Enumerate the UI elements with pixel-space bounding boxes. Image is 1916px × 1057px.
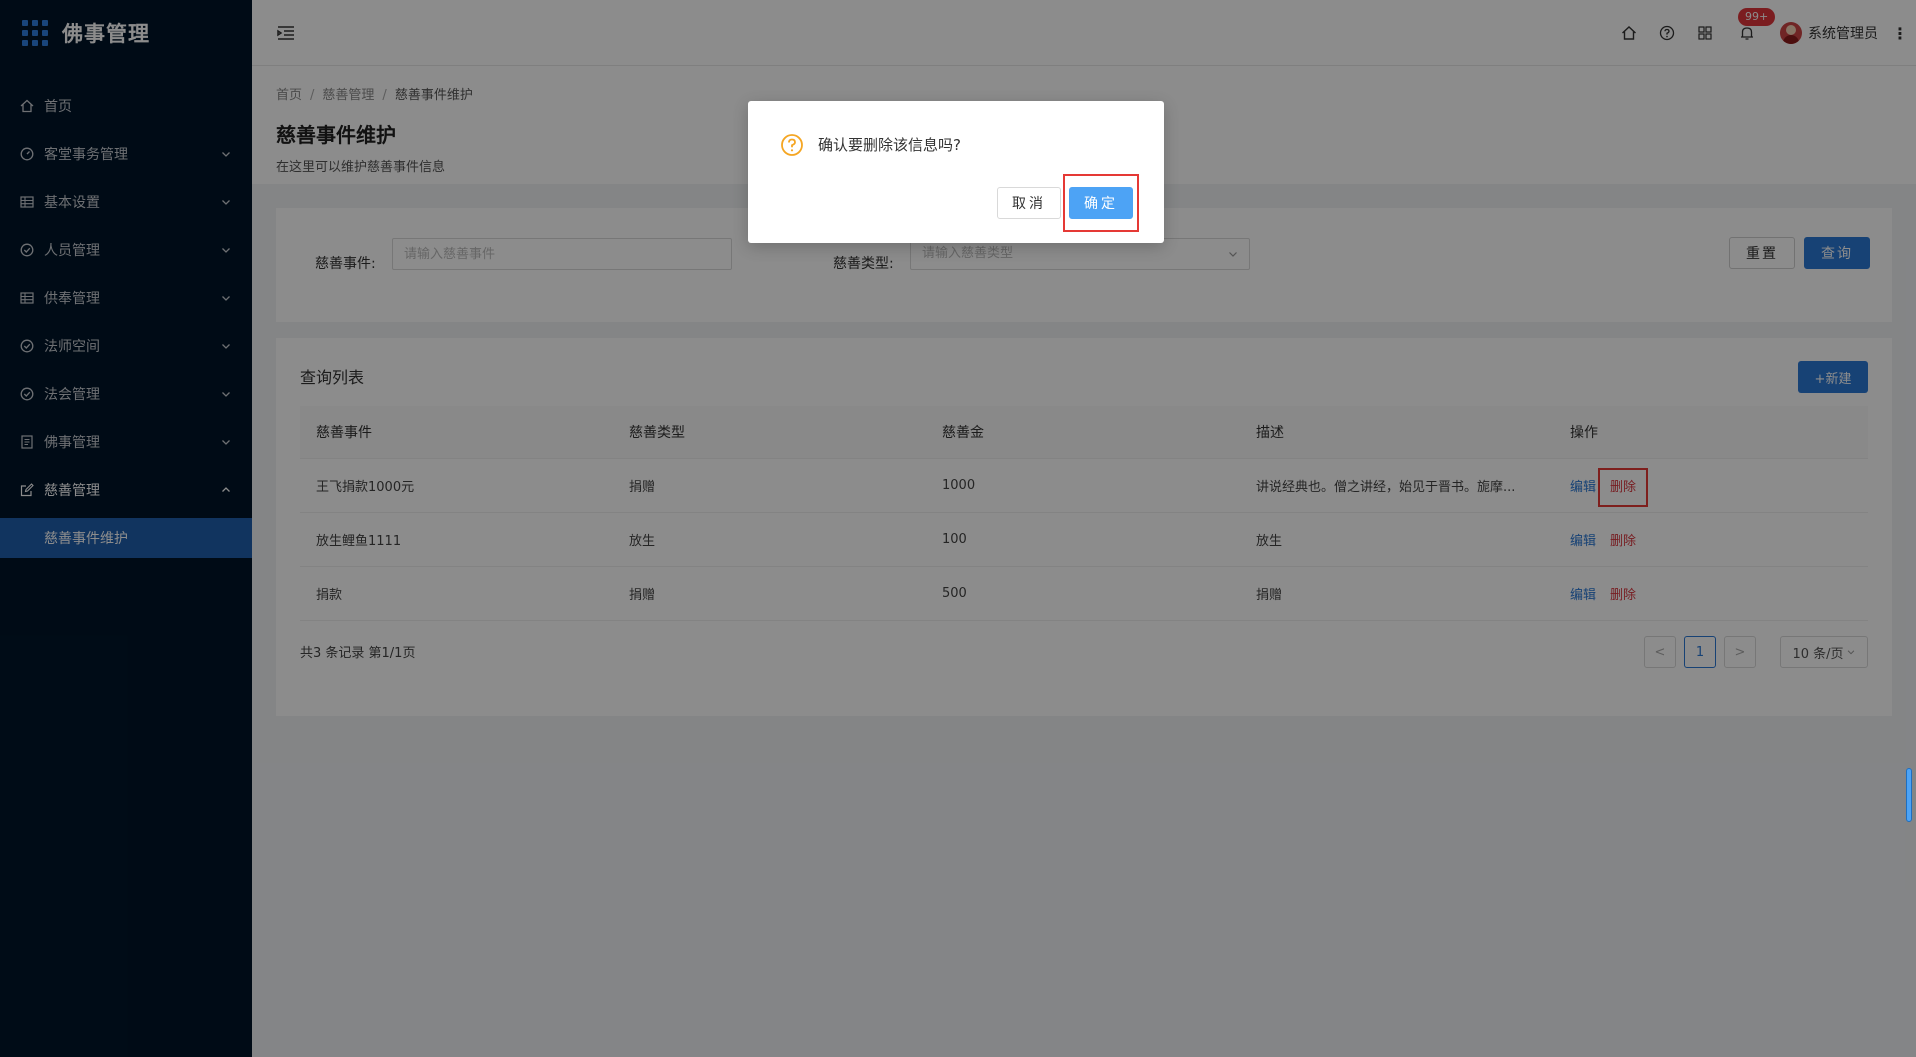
confirm-message: 确认要删除该信息吗? [818,136,961,154]
confirm-dialog: 确认要删除该信息吗? 取消 确定 [748,101,1164,243]
question-circle-icon [781,134,803,156]
scrollbar-thumb[interactable] [1906,768,1912,822]
highlight-box [1063,174,1139,232]
cancel-button[interactable]: 取消 [997,187,1061,219]
